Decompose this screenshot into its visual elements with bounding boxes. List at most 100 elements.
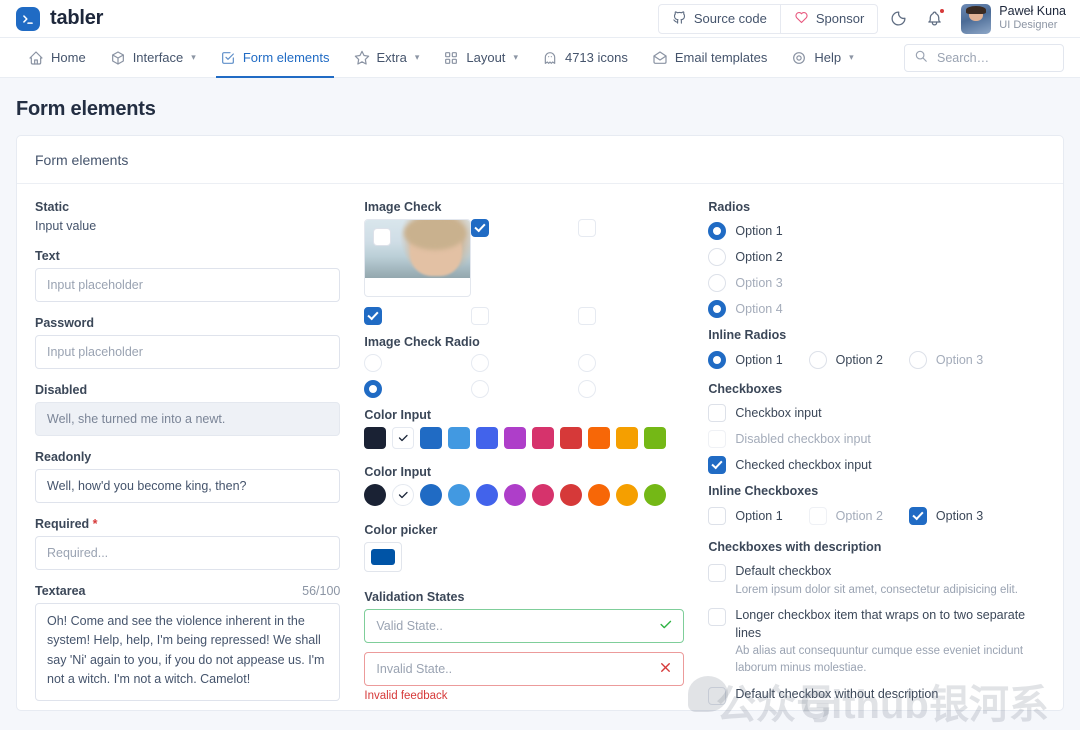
sponsor-button[interactable]: Sponsor xyxy=(779,3,879,34)
nav-item-help[interactable]: Help ▾ xyxy=(779,38,865,78)
radio-unchecked[interactable] xyxy=(471,380,490,398)
color-swatch[interactable] xyxy=(644,427,667,449)
image-radio-item-5[interactable] xyxy=(471,380,578,398)
moon-icon[interactable] xyxy=(883,4,913,34)
checkbox-description-item[interactable]: Default checkbox without description xyxy=(708,686,1045,705)
valid-state-input[interactable] xyxy=(364,609,685,643)
checkbox-unchecked[interactable] xyxy=(471,307,490,325)
color-swatch-selected[interactable] xyxy=(392,427,415,449)
checkbox-option[interactable]: Disabled checkbox input xyxy=(708,426,1045,452)
checkbox-unchecked[interactable] xyxy=(708,430,727,448)
radio-unchecked[interactable] xyxy=(577,380,596,398)
nav-item-form-elements[interactable]: Form elements xyxy=(208,38,342,78)
color-swatch-selected[interactable] xyxy=(392,484,415,506)
checkbox-unchecked[interactable] xyxy=(577,219,596,237)
checkbox-unchecked[interactable] xyxy=(708,686,727,705)
color-swatch[interactable] xyxy=(420,427,443,449)
radio-unchecked[interactable] xyxy=(808,351,827,369)
color-swatch[interactable] xyxy=(364,484,387,506)
image-check-box[interactable] xyxy=(373,228,392,246)
nav-item-interface[interactable]: Interface ▾ xyxy=(98,38,208,78)
checkbox-unchecked[interactable] xyxy=(708,608,727,627)
nav-item-home[interactable]: Home xyxy=(16,38,98,78)
radio-option[interactable]: Option 1 xyxy=(708,218,1045,244)
checkbox-option-inline[interactable]: Option 1 xyxy=(708,507,783,525)
color-swatch[interactable] xyxy=(616,484,639,506)
image-radio-item-1[interactable] xyxy=(364,354,471,372)
radio-unchecked[interactable] xyxy=(471,354,490,372)
checkbox-unchecked[interactable] xyxy=(577,307,596,325)
checkbox-checked[interactable] xyxy=(708,456,727,474)
color-swatch[interactable] xyxy=(448,484,471,506)
color-swatch[interactable] xyxy=(560,484,583,506)
color-swatch[interactable] xyxy=(532,484,555,506)
image-radio-item-2[interactable] xyxy=(471,354,578,372)
image-radio-item-3[interactable] xyxy=(577,354,685,372)
color-swatch[interactable] xyxy=(504,427,527,449)
color-swatch[interactable] xyxy=(588,484,611,506)
color-swatch[interactable] xyxy=(504,484,527,506)
color-swatch[interactable] xyxy=(560,427,583,449)
radio-option[interactable]: Option 3 xyxy=(708,270,1045,296)
radio-unchecked[interactable] xyxy=(708,274,727,292)
invalid-state-input[interactable] xyxy=(364,652,685,686)
color-swatch[interactable] xyxy=(420,484,443,506)
radio-option[interactable]: Option 2 xyxy=(708,244,1045,270)
image-check-item-2[interactable] xyxy=(471,219,578,297)
color-swatch[interactable] xyxy=(476,484,499,506)
radio-unchecked[interactable] xyxy=(577,354,596,372)
checkbox-unchecked[interactable] xyxy=(373,228,392,246)
color-swatch[interactable] xyxy=(476,427,499,449)
color-swatch[interactable] xyxy=(364,427,387,449)
image-check-item-photo[interactable] xyxy=(364,219,472,297)
checkbox-unchecked[interactable] xyxy=(708,404,727,422)
checkbox-unchecked[interactable] xyxy=(708,507,727,525)
password-input[interactable] xyxy=(35,335,341,369)
image-radio-item-6[interactable] xyxy=(577,380,685,398)
checkbox-option-inline[interactable]: Option 3 xyxy=(908,507,983,525)
required-input[interactable] xyxy=(35,536,341,570)
checkbox-checked[interactable] xyxy=(471,219,490,237)
checkbox-description-item[interactable]: Longer checkbox item that wraps on to tw… xyxy=(708,607,1045,676)
radio-option[interactable]: Option 4 xyxy=(708,296,1045,322)
radio-checked[interactable] xyxy=(708,300,727,318)
image-radio-item-4[interactable] xyxy=(364,380,471,398)
image-check-item-3[interactable] xyxy=(577,219,685,297)
nav-item-email-templates[interactable]: Email templates xyxy=(640,38,779,78)
checkbox-option-inline[interactable]: Option 2 xyxy=(808,507,883,525)
nav-item-icons[interactable]: 4713 icons xyxy=(530,38,640,78)
checkbox-checked[interactable] xyxy=(364,307,383,325)
color-picker-button[interactable] xyxy=(364,542,403,572)
color-swatch[interactable] xyxy=(644,484,667,506)
color-swatch[interactable] xyxy=(616,427,639,449)
radio-checked[interactable] xyxy=(708,351,727,369)
brand[interactable]: tabler xyxy=(16,6,103,31)
user-menu[interactable]: Paweł Kuna UI Designer xyxy=(961,3,1066,34)
color-swatch[interactable] xyxy=(532,427,555,449)
radio-option-inline[interactable]: Option 3 xyxy=(908,351,983,369)
text-input[interactable] xyxy=(35,268,341,302)
readonly-input[interactable] xyxy=(35,469,341,503)
radio-checked[interactable] xyxy=(364,380,383,398)
image-check-item-5[interactable] xyxy=(471,307,578,325)
image-check-item-6[interactable] xyxy=(577,307,685,325)
textarea-input[interactable]: Oh! Come and see the violence inherent i… xyxy=(35,603,341,701)
search-input[interactable] xyxy=(935,49,1054,66)
radio-checked[interactable] xyxy=(708,222,727,240)
search-box[interactable] xyxy=(904,43,1064,72)
checkbox-unchecked[interactable] xyxy=(708,564,727,582)
checkbox-option[interactable]: Checked checkbox input xyxy=(708,452,1045,478)
radio-option-inline[interactable]: Option 1 xyxy=(708,351,783,369)
radio-unchecked[interactable] xyxy=(708,248,727,266)
source-code-button[interactable]: Source code xyxy=(657,3,781,34)
radio-unchecked[interactable] xyxy=(364,354,383,372)
checkbox-option[interactable]: Checkbox input xyxy=(708,400,1045,426)
radio-unchecked[interactable] xyxy=(908,351,927,369)
color-swatch[interactable] xyxy=(588,427,611,449)
nav-item-layout[interactable]: Layout ▾ xyxy=(431,38,530,78)
checkbox-unchecked[interactable] xyxy=(808,507,827,525)
checkbox-checked[interactable] xyxy=(908,507,927,525)
nav-item-extra[interactable]: Extra ▾ xyxy=(342,38,432,78)
color-swatch[interactable] xyxy=(448,427,471,449)
image-check-item-4[interactable] xyxy=(364,307,471,325)
